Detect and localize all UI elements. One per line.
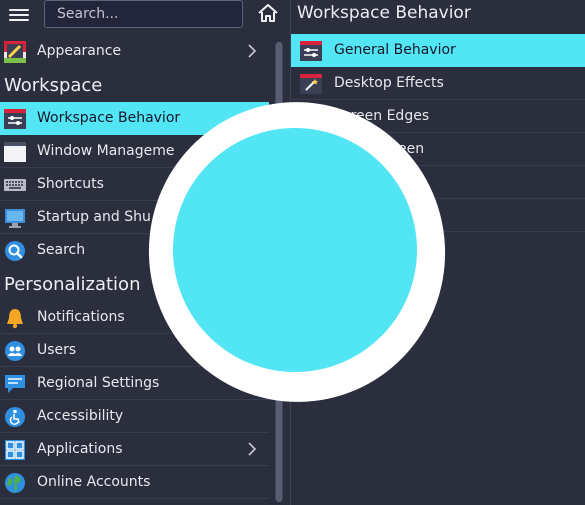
startup-icon bbox=[5, 209, 25, 228]
panel-item-label: General Behavior bbox=[334, 42, 456, 58]
sidebar-item-label: Regional Settings bbox=[37, 375, 160, 391]
keyboard-icon bbox=[4, 179, 26, 191]
panel-item-label: ps bbox=[413, 207, 430, 223]
hamburger-menu-icon[interactable] bbox=[9, 6, 29, 26]
globe-icon bbox=[5, 473, 25, 493]
panel-item-label: Screen Edges bbox=[334, 108, 430, 124]
chevron-right-icon bbox=[248, 376, 257, 390]
desktop-effects-icon bbox=[300, 74, 322, 94]
general-behavior-icon bbox=[300, 41, 322, 61]
sidebar-item-accessibility[interactable]: Accessibility bbox=[0, 400, 269, 433]
sidebar-item-applications[interactable]: Applications bbox=[0, 433, 269, 466]
panel-item-locking[interactable]: king bbox=[291, 166, 585, 199]
sidebar-item-label: Online Accounts bbox=[37, 474, 151, 490]
screen-edges-icon bbox=[300, 107, 322, 127]
accessibility-icon bbox=[5, 407, 25, 427]
home-icon[interactable] bbox=[257, 3, 279, 23]
regional-settings-icon bbox=[5, 375, 25, 393]
panel-item-screen-edges[interactable]: Screen Edges bbox=[291, 100, 585, 133]
panel-item-activities[interactable]: ps bbox=[291, 199, 585, 232]
sidebar-item-regional-settings[interactable]: Regional Settings bbox=[0, 367, 269, 400]
sidebar-item-label: Accessibility bbox=[37, 408, 124, 424]
appearance-icon bbox=[4, 41, 26, 63]
search-icon bbox=[5, 241, 25, 261]
chevron-right-icon bbox=[248, 44, 257, 58]
search-field[interactable] bbox=[44, 0, 243, 28]
section-title-personalization: Personalization bbox=[4, 274, 141, 295]
sidebar-item-workspace-behavior[interactable]: Workspace Behavior bbox=[0, 102, 269, 135]
sidebar-item-label: Window Manageme bbox=[37, 143, 175, 159]
sidebar-item-label: Applications bbox=[37, 441, 123, 457]
panel-item-desktop-effects[interactable]: Desktop Effects bbox=[291, 67, 585, 100]
sidebar-item-appearance[interactable]: Appearance bbox=[0, 35, 269, 68]
applications-icon bbox=[5, 440, 25, 460]
sidebar-item-label: Startup and Shu bbox=[37, 209, 151, 225]
scrollbar-thumb[interactable] bbox=[276, 42, 282, 502]
users-icon bbox=[5, 341, 25, 361]
toolbar bbox=[0, 0, 290, 34]
section-title-workspace: Workspace bbox=[4, 75, 103, 96]
sidebar-item-search[interactable]: Search bbox=[0, 234, 269, 267]
sidebar-item-label: Users bbox=[37, 342, 77, 358]
panel-item-label: king bbox=[389, 174, 419, 190]
divider bbox=[0, 498, 269, 499]
search-input[interactable] bbox=[45, 1, 242, 27]
chevron-right-icon bbox=[248, 442, 257, 456]
page-title: Workspace Behavior bbox=[297, 3, 471, 23]
sidebar-item-label: Shortcuts bbox=[37, 176, 104, 192]
sidebar-item-label: Workspace Behavior bbox=[37, 110, 181, 126]
window-management-icon bbox=[4, 142, 26, 162]
panel-item-label: Screen bbox=[376, 141, 425, 157]
sidebar-item-label: Search bbox=[37, 242, 86, 258]
sidebar-scrollbar[interactable] bbox=[275, 42, 283, 502]
sidebar-item-label: Notifications bbox=[37, 309, 125, 325]
panel-item-screen[interactable]: Screen bbox=[291, 133, 585, 166]
sidebar-item-online-accounts[interactable]: Online Accounts bbox=[0, 466, 269, 499]
sidebar-item-shortcuts[interactable]: Shortcuts bbox=[0, 168, 269, 201]
bell-icon bbox=[7, 309, 23, 329]
workspace-behavior-icon bbox=[4, 109, 26, 129]
sidebar-item-startup[interactable]: Startup and Shu bbox=[0, 201, 269, 234]
sidebar-item-users[interactable]: Users bbox=[0, 334, 269, 367]
panel-item-general-behavior[interactable]: General Behavior bbox=[291, 34, 585, 67]
panel-item-label: Desktop Effects bbox=[334, 75, 444, 91]
sidebar-item-label: Appearance bbox=[37, 43, 122, 59]
sidebar-item-notifications[interactable]: Notifications bbox=[0, 301, 269, 334]
sidebar-item-window-management[interactable]: Window Manageme bbox=[0, 135, 269, 168]
sidebar: Appearance Workspace Workspace Behavior … bbox=[0, 34, 269, 505]
